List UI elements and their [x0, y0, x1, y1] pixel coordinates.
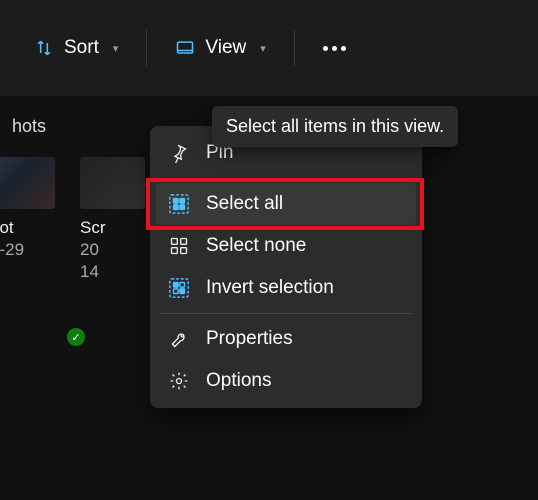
file-date: 20 [80, 239, 150, 261]
sort-label: Sort [64, 37, 99, 59]
chevron-down-icon: ▾ [260, 42, 266, 55]
file-name: hot [0, 217, 60, 239]
file-name: Scr [80, 217, 150, 239]
menu-label: Invert selection [206, 277, 334, 299]
select-all-icon [168, 193, 190, 215]
file-date: 3-29 [0, 239, 60, 261]
menu-properties[interactable]: Properties [156, 318, 416, 360]
menu-label: Properties [206, 328, 293, 350]
menu-select-all[interactable]: Select all [156, 183, 416, 225]
select-none-icon [168, 235, 190, 257]
options-icon [168, 370, 190, 392]
divider [146, 30, 147, 66]
invert-selection-icon [168, 277, 190, 299]
view-icon [175, 38, 195, 58]
menu-separator [160, 313, 412, 314]
menu-label: Options [206, 370, 271, 392]
sort-icon [34, 38, 54, 58]
view-label: View [205, 37, 246, 59]
thumbnail-image [80, 157, 145, 209]
divider [294, 30, 295, 66]
file-date: 14 [80, 261, 150, 283]
context-menu: Pin Select all Select none [150, 126, 422, 408]
pin-icon [168, 142, 190, 164]
tooltip-text: Select all items in this view. [226, 116, 444, 136]
menu-label: Select none [206, 235, 306, 257]
menu-label: Select all [206, 193, 283, 215]
menu-separator [160, 178, 412, 179]
file-item[interactable]: Scr 20 14 [80, 157, 150, 283]
file-item[interactable]: hot 3-29 [0, 157, 60, 283]
menu-select-none[interactable]: Select none [156, 225, 416, 267]
thumbnail-image [0, 157, 55, 209]
tooltip: Select all items in this view. [212, 106, 458, 147]
menu-invert-selection[interactable]: Invert selection [156, 267, 416, 309]
sync-badge-icon: ✓ [67, 328, 85, 346]
toolbar: Sort ▾ View ▾ [0, 0, 538, 96]
menu-options[interactable]: Options [156, 360, 416, 402]
view-button[interactable]: View ▾ [161, 29, 279, 67]
chevron-down-icon: ▾ [113, 42, 119, 55]
properties-icon [168, 328, 190, 350]
sort-button[interactable]: Sort ▾ [20, 29, 132, 67]
more-button[interactable] [309, 36, 360, 61]
